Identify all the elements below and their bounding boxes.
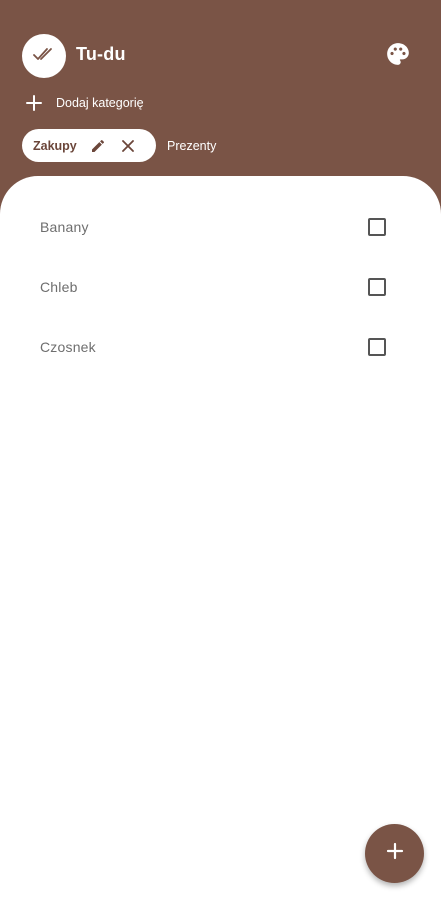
item-label: Czosnek [40, 339, 96, 355]
plus-icon [24, 93, 44, 113]
app-root: Tu-du Dodaj kategorię Zakupy Prezenty Ba… [0, 0, 441, 900]
pencil-icon[interactable] [89, 137, 107, 155]
item-label: Chleb [40, 279, 78, 295]
todo-list-panel: Banany Chleb Czosnek [0, 176, 441, 900]
app-title: Tu-du [76, 44, 126, 64]
category-chip-label: Zakupy [33, 138, 77, 153]
app-logo [22, 34, 66, 78]
list-item: Czosnek [0, 327, 441, 367]
add-item-button[interactable] [365, 824, 424, 883]
double-check-icon [33, 47, 55, 66]
plus-icon [385, 841, 405, 866]
add-category-label: Dodaj kategorię [56, 96, 144, 110]
list-item: Banany [0, 207, 441, 247]
list-item: Chleb [0, 267, 441, 307]
item-checkbox[interactable] [368, 218, 386, 236]
theme-button[interactable] [384, 42, 412, 70]
category-chip-zakupy[interactable]: Zakupy [22, 129, 156, 162]
item-label: Banany [40, 219, 89, 235]
item-checkbox[interactable] [368, 338, 386, 356]
add-category-button[interactable]: Dodaj kategorię [24, 92, 144, 114]
palette-icon [385, 41, 411, 72]
item-checkbox[interactable] [368, 278, 386, 296]
close-icon[interactable] [119, 137, 137, 155]
category-chip-prezenty[interactable]: Prezenty [160, 129, 223, 162]
